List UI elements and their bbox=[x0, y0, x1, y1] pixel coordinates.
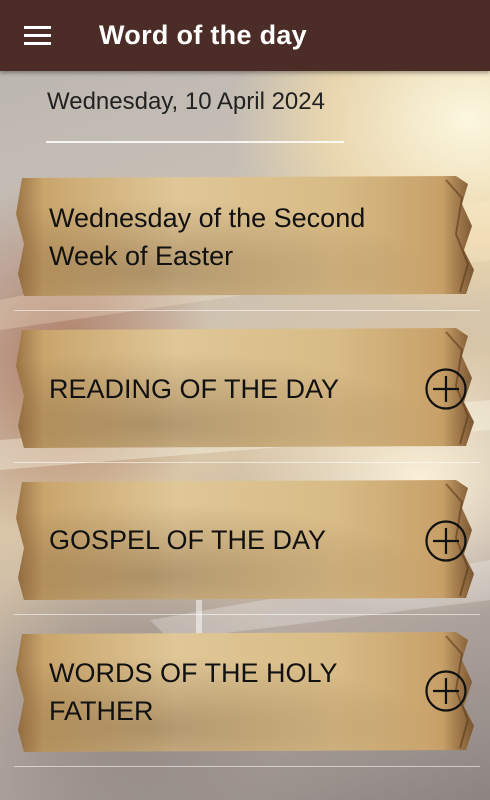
card-divider bbox=[14, 766, 480, 767]
card-label: WORDS OF THE HOLY FATHER bbox=[49, 658, 338, 726]
gospel-of-the-day-card[interactable]: GOSPEL OF THE DAY bbox=[16, 478, 478, 602]
menu-button[interactable] bbox=[18, 18, 58, 54]
plus-circle-icon[interactable] bbox=[424, 367, 468, 411]
plus-circle-icon[interactable] bbox=[424, 519, 468, 563]
liturgical-day-card[interactable]: Wednesday of the Second Week of Easter bbox=[16, 174, 478, 298]
card-divider bbox=[14, 462, 480, 463]
plus-circle-icon[interactable] bbox=[424, 669, 468, 713]
app-screen: { "appbar": { "title": "Word of the day"… bbox=[0, 0, 490, 800]
app-bar: Word of the day bbox=[0, 0, 490, 71]
words-of-the-holy-father-card[interactable]: WORDS OF THE HOLY FATHER bbox=[16, 630, 478, 754]
card-divider bbox=[14, 310, 480, 311]
card-label: GOSPEL OF THE DAY bbox=[49, 525, 327, 555]
hamburger-menu-icon bbox=[24, 26, 51, 45]
date-divider bbox=[46, 141, 344, 143]
card-divider bbox=[14, 614, 480, 615]
reading-of-the-day-card[interactable]: READING OF THE DAY bbox=[16, 326, 478, 450]
app-title: Word of the day bbox=[99, 20, 308, 50]
card-label: READING OF THE DAY bbox=[49, 374, 340, 404]
date-label: Wednesday, 10 April 2024 bbox=[47, 88, 325, 115]
card-label: Wednesday of the Second Week of Easter bbox=[49, 203, 366, 271]
